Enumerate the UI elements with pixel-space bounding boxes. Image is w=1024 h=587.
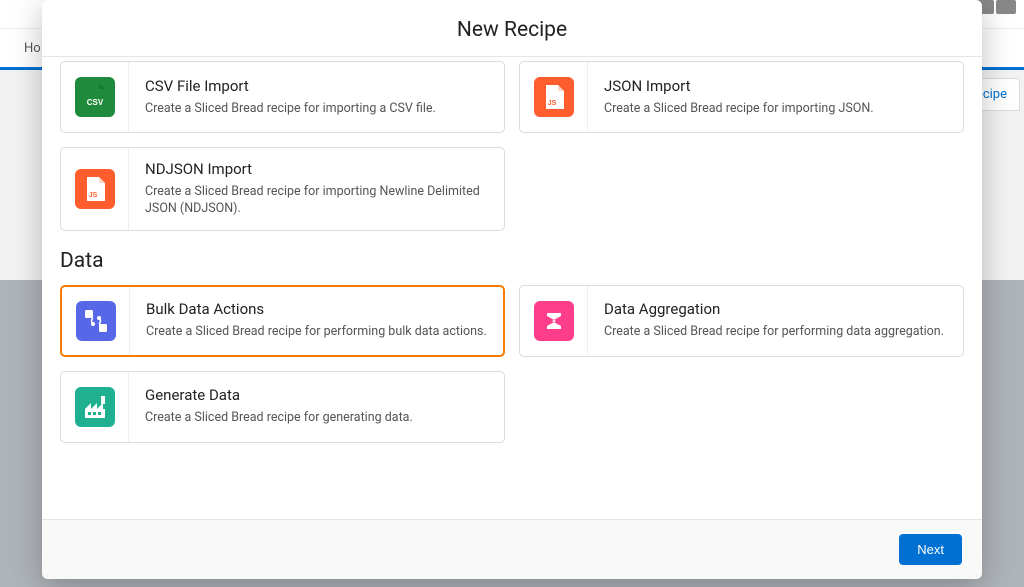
card-generate-data[interactable]: Generate Data Create a Sliced Bread reci… [60,371,505,443]
svg-text:CSV: CSV [86,98,103,107]
card-csv-import[interactable]: CSV CSV File Import Create a Sliced Brea… [60,61,505,133]
card-desc: Create a Sliced Bread recipe for importi… [145,184,488,218]
import-cards-grid: CSV CSV File Import Create a Sliced Brea… [60,61,964,231]
new-recipe-modal: ✕ New Recipe CSV CSV File Import [42,0,982,579]
next-button[interactable]: Next [899,534,962,565]
bulk-actions-icon [76,301,116,341]
modal-footer: Next [42,519,982,579]
modal-body: CSV CSV File Import Create a Sliced Brea… [42,57,982,519]
card-title: Generate Data [145,386,413,404]
card-body: Data Aggregation Create a Sliced Bread r… [588,286,960,356]
card-desc: Create a Sliced Bread recipe for perform… [604,324,944,341]
nav-home-link[interactable]: Ho [24,41,41,56]
data-cards-grid: Bulk Data Actions Create a Sliced Bread … [60,285,964,443]
csv-file-icon: CSV [75,77,115,117]
ndjson-file-icon: JS [75,169,115,209]
card-title: Data Aggregation [604,300,944,318]
empty-grid-cell [519,147,964,231]
card-title: Bulk Data Actions [146,300,487,318]
card-desc: Create a Sliced Bread recipe for generat… [145,410,413,427]
card-title: NDJSON Import [145,160,488,178]
card-body: JSON Import Create a Sliced Bread recipe… [588,62,890,132]
card-data-aggregation[interactable]: Data Aggregation Create a Sliced Bread r… [519,285,964,357]
sigma-icon [534,301,574,341]
section-data-title: Data [60,249,964,273]
card-bulk-data-actions[interactable]: Bulk Data Actions Create a Sliced Bread … [60,285,505,357]
card-ndjson-import[interactable]: JS NDJSON Import Create a Sliced Bread r… [60,147,505,231]
card-title: JSON Import [604,77,874,95]
svg-text:JS: JS [88,192,97,199]
card-title: CSV File Import [145,77,436,95]
card-icon-box [520,286,588,356]
card-icon-box: CSV [61,62,129,132]
card-body: CSV File Import Create a Sliced Bread re… [129,62,452,132]
bg-icon-3[interactable] [996,0,1016,14]
card-body: Bulk Data Actions Create a Sliced Bread … [130,287,503,355]
svg-text:JS: JS [547,100,556,107]
card-body: NDJSON Import Create a Sliced Bread reci… [129,148,504,230]
modal-header: New Recipe [42,0,982,57]
modal-title: New Recipe [66,18,958,42]
card-icon-box: JS [520,62,588,132]
card-desc: Create a Sliced Bread recipe for perform… [146,324,487,341]
card-icon-box [62,287,130,355]
card-desc: Create a Sliced Bread recipe for importi… [604,101,874,118]
card-icon-box [61,372,129,442]
card-json-import[interactable]: JS JSON Import Create a Sliced Bread rec… [519,61,964,133]
card-desc: Create a Sliced Bread recipe for importi… [145,101,436,118]
card-icon-box: JS [61,148,129,230]
json-file-icon: JS [534,77,574,117]
card-body: Generate Data Create a Sliced Bread reci… [129,372,429,442]
factory-icon [75,387,115,427]
